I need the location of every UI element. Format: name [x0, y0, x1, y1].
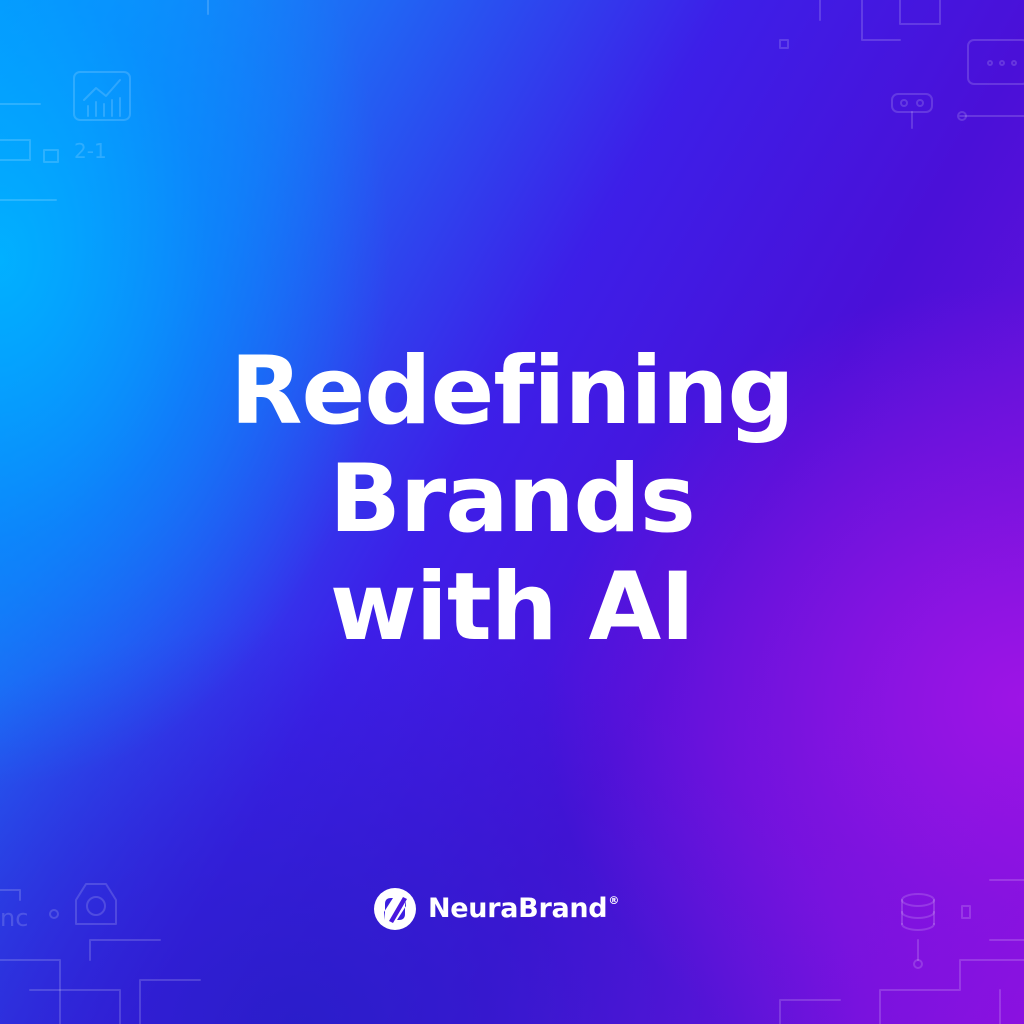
deco-text-2-1: 2-1: [74, 139, 107, 163]
headline-line-2: Brands: [329, 445, 696, 555]
neurabrand-logo-icon: [374, 888, 416, 930]
poster-background: 2-1 nc Redefining Brands with AI NeuraBr…: [0, 0, 1024, 1024]
camera-icon: [75, 883, 117, 925]
headline-line-3: with AI: [329, 553, 695, 663]
browser-window-icon: [967, 39, 1024, 85]
circuit-lines-top-left: [0, 0, 209, 201]
brand-name-text: NeuraBrand: [428, 893, 608, 924]
circuit-lines-bottom-left: [0, 889, 201, 1024]
deco-text-nc: nc: [0, 904, 28, 932]
robot-icon: [891, 93, 933, 129]
chart-icon: [73, 71, 131, 121]
database-icon: [901, 893, 935, 931]
brand-lockup: NeuraBrand®: [372, 886, 619, 932]
brand-name: NeuraBrand®: [428, 886, 619, 932]
headline-line-1: Redefining: [230, 337, 795, 446]
registered-mark: ®: [608, 894, 620, 907]
headline: Redefining Brands with AI: [0, 337, 1024, 663]
